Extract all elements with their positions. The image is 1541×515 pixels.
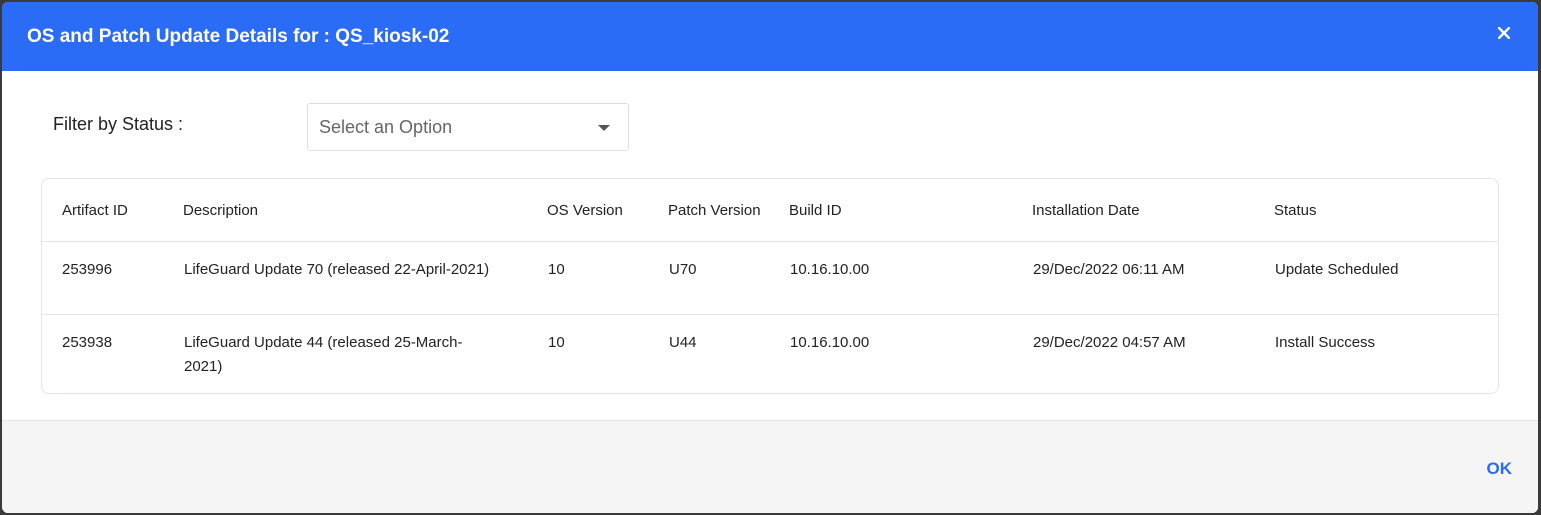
description-text: LifeGuard Update 44 (released 25-March-2… (184, 334, 463, 375)
header-installation-date: Installation Date (1032, 179, 1274, 242)
cell-build-id: 10.16.10.00 (790, 334, 870, 351)
close-icon (1498, 26, 1510, 39)
dialog-header: OS and Patch Update Details for : QS_kio… (2, 2, 1538, 71)
cell-artifact-id: 253996 (42, 241, 183, 315)
header-status: Status (1274, 179, 1498, 242)
header-description: Description (183, 179, 547, 242)
header-patch-version: Patch Version (668, 179, 789, 242)
cell-status: Update Scheduled (1274, 241, 1498, 315)
table-header-row: Artifact ID Description OS Version Patch… (42, 179, 1498, 242)
cell-description: LifeGuard Update 70 (released 22-April-2… (183, 241, 547, 315)
close-button[interactable] (1494, 23, 1514, 43)
cell-patch-version: U70 (668, 241, 789, 315)
table-row: 253938 LifeGuard Update 44 (released 25-… (42, 315, 1498, 389)
filter-row: Filter by Status : Select an Option (2, 103, 1538, 155)
cell-build-id: 10.16.10.00 (789, 241, 1032, 315)
header-build-id: Build ID (789, 179, 1032, 242)
cell-os-version: 10 (547, 241, 668, 315)
status-filter-select[interactable]: Select an Option (307, 103, 629, 151)
cell-installation-date: 29/Dec/2022 06:11 AM (1032, 241, 1274, 315)
cell-artifact-id: 253938 (62, 334, 113, 351)
dialog-footer: OK (2, 420, 1538, 513)
cell-os-version: 10 (548, 334, 565, 351)
table-row: 253996 LifeGuard Update 70 (released 22-… (42, 241, 1498, 315)
cell-patch-version: U44 (669, 334, 697, 351)
chevron-down-icon (598, 125, 610, 131)
cell-installation-date: 29/Dec/2022 04:57 AM (1033, 334, 1186, 351)
ok-button[interactable]: OK (1487, 459, 1513, 479)
cell-status: Install Success (1275, 334, 1376, 351)
cell-description: LifeGuard Update 44 (released 25-March-2… (183, 315, 547, 389)
header-artifact-id: Artifact ID (42, 179, 183, 242)
dialog-title: OS and Patch Update Details for : QS_kio… (27, 25, 450, 47)
updates-table: Artifact ID Description OS Version Patch… (41, 178, 1499, 394)
filter-label: Filter by Status : (53, 114, 184, 134)
description-text: LifeGuard Update 70 (released 22-April-2… (184, 261, 490, 278)
header-os-version: OS Version (547, 179, 668, 242)
select-placeholder: Select an Option (319, 116, 453, 137)
update-details-dialog: OS and Patch Update Details for : QS_kio… (2, 2, 1538, 513)
